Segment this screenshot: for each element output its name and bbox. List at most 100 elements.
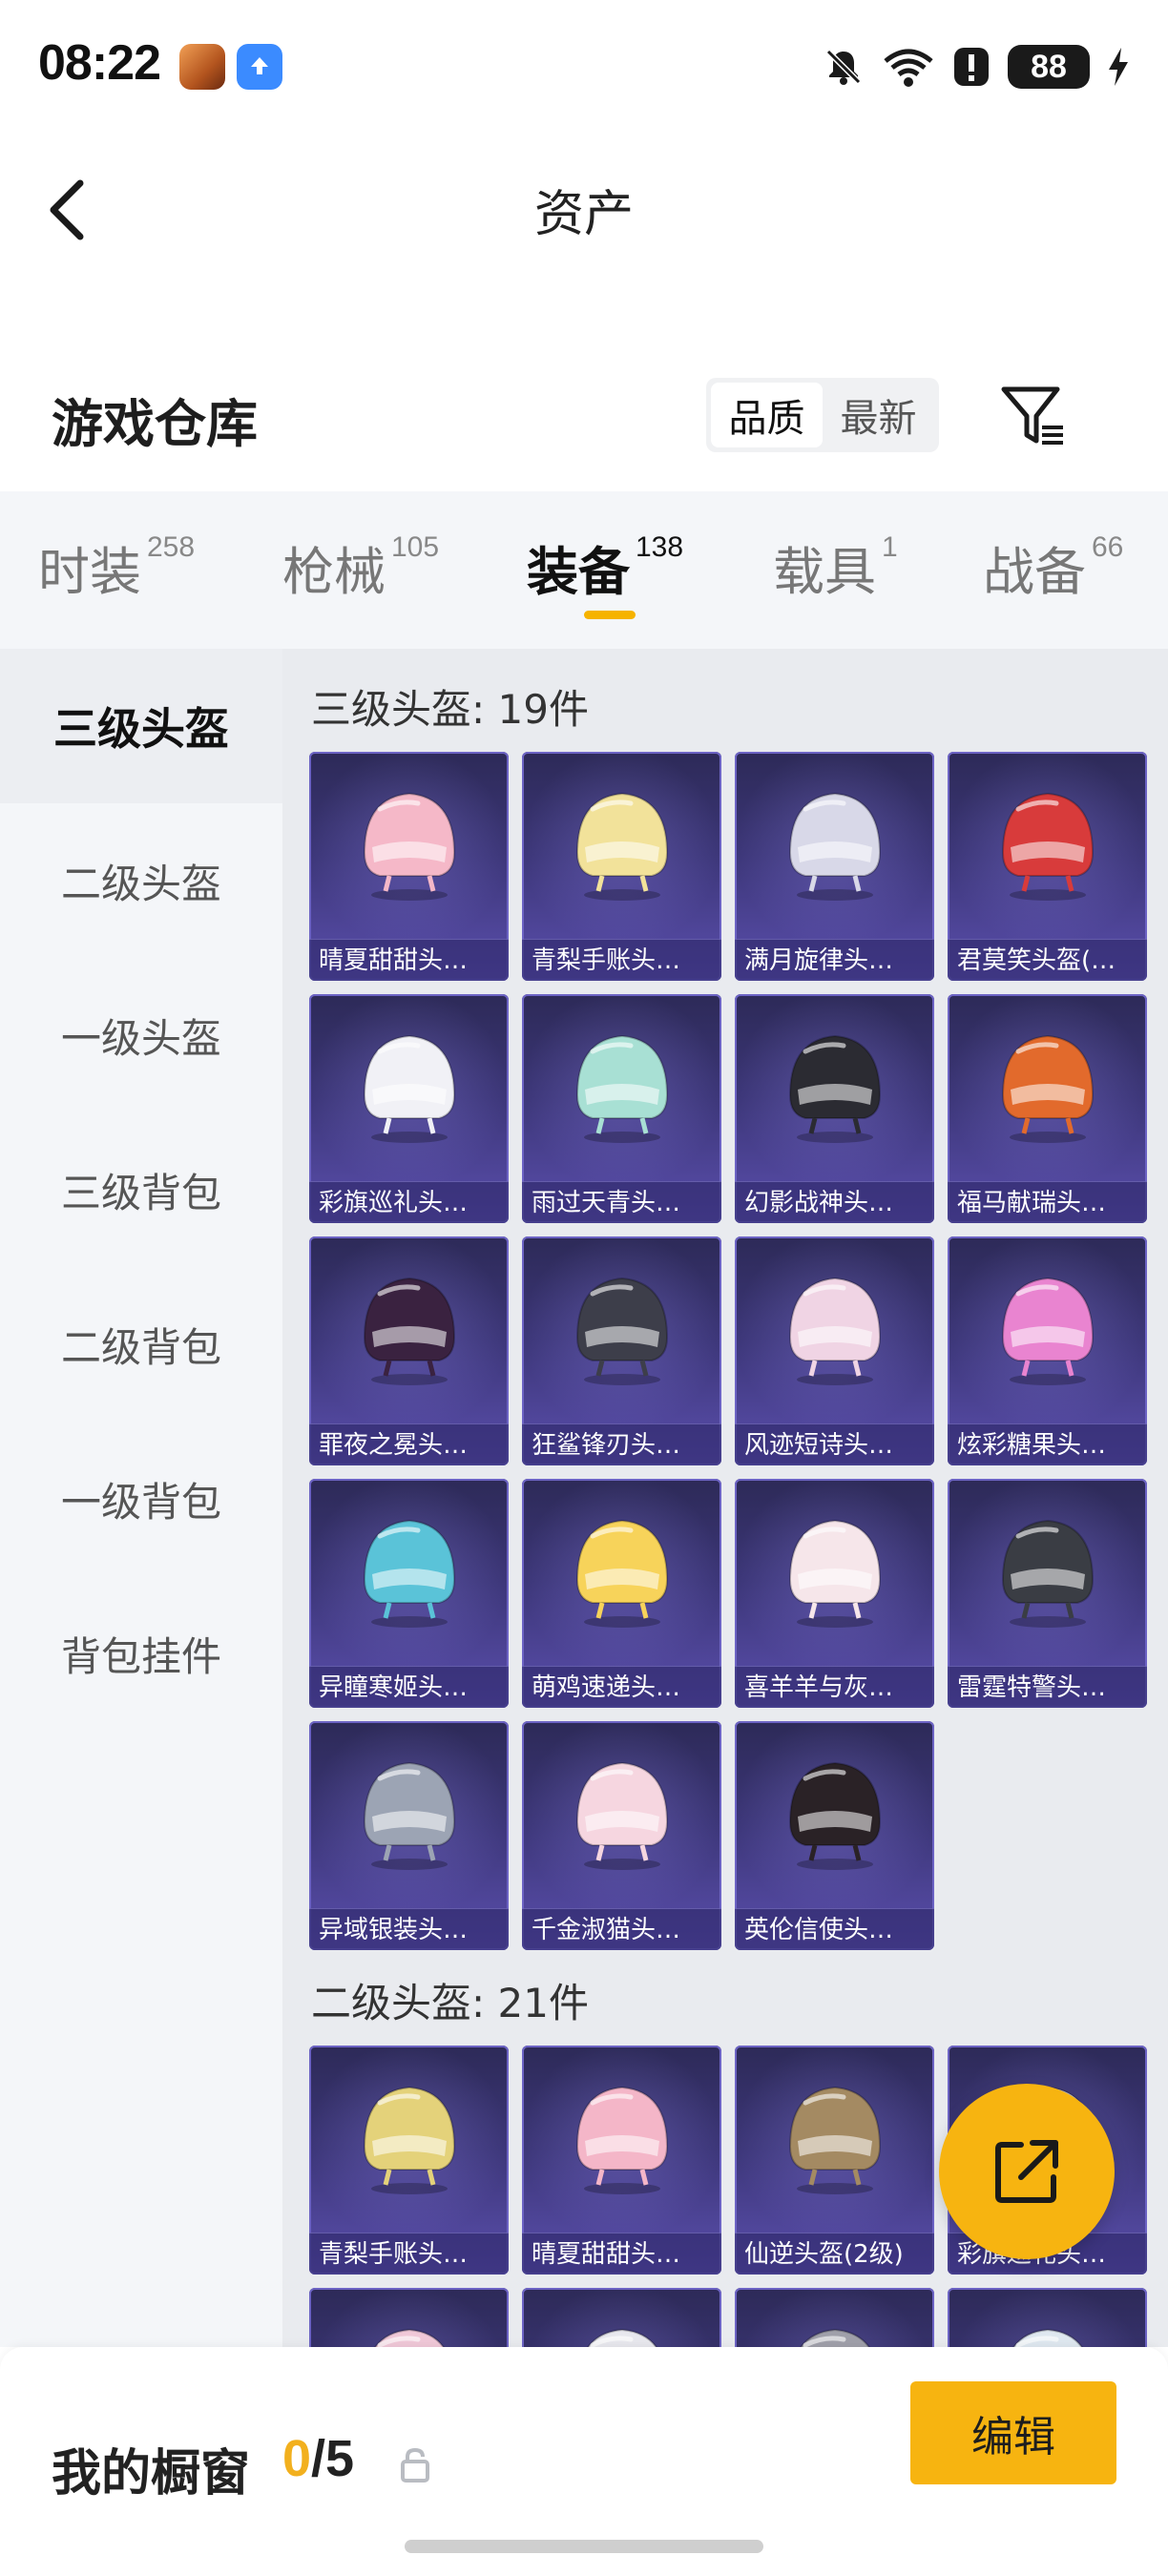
item-card[interactable]: 千金淑猫头… [522, 1721, 721, 1950]
item-card[interactable]: 雷霆特警头… [948, 1479, 1147, 1708]
sort-option-newest[interactable]: 最新 [823, 383, 934, 447]
item-card[interactable]: 青梨手账头… [522, 752, 721, 981]
tab-label: 装备 [527, 542, 630, 602]
item-card[interactable]: 炫彩糖果头… [948, 1236, 1147, 1465]
tab-count: 138 [636, 531, 684, 563]
filter-icon [1001, 386, 1063, 445]
sidebar-item-level1-backpack[interactable]: 一级背包 [0, 1422, 282, 1576]
tab-count: 66 [1092, 531, 1124, 563]
tab-count: 1 [882, 531, 898, 563]
item-card[interactable]: 风迹短诗头… [735, 1236, 934, 1465]
wifi-icon [884, 49, 933, 87]
helmet-image [990, 1023, 1106, 1147]
sidebar-item-level2-helmet[interactable]: 二级头盔 [0, 803, 282, 958]
battery-icon: 88 [1008, 45, 1090, 89]
page-title: 资产 [533, 186, 634, 243]
tab-fashion[interactable]: 时装 258 [38, 530, 195, 615]
helmet-image [777, 2074, 893, 2198]
subcategory-sidebar: 三级头盔 二级头盔 一级头盔 三级背包 二级背包 一级背包 背包挂件 [0, 649, 282, 2347]
status-icons: 88 [823, 42, 1130, 92]
item-card[interactable]: 彩旗巡礼头… [309, 994, 509, 1223]
helmet-image [351, 780, 468, 904]
helmet-image [564, 780, 680, 904]
item-name: 满月旋律头… [735, 939, 934, 981]
helmet-image [351, 1507, 468, 1631]
item-name: 雷霆特警头… [948, 1666, 1147, 1708]
item-name: 罪夜之冕头… [309, 1423, 509, 1465]
status-time: 08:22 [38, 35, 161, 91]
sidebar-item-backpack-pendant[interactable]: 背包挂件 [0, 1576, 282, 1731]
item-card[interactable]: 异域银装头… [309, 1721, 509, 1950]
item-card[interactable]: 福马献瑞头… [948, 994, 1147, 1223]
item-card[interactable]: 满月旋律头… [735, 752, 934, 981]
item-card[interactable]: 君莫笑头盔(… [948, 752, 1147, 981]
item-name: 仙逆头盔(2级) [735, 2233, 934, 2275]
item-name: 晴夏甜甜头… [309, 939, 509, 981]
item-name: 青梨手账头… [309, 2233, 509, 2275]
game-app-icon [179, 44, 225, 90]
edit-button[interactable]: 编辑 [910, 2381, 1116, 2484]
item-name: 炫彩糖果头… [948, 1423, 1147, 1465]
item-name: 青梨手账头… [522, 939, 721, 981]
helmet-image [777, 780, 893, 904]
item-card[interactable] [522, 2288, 721, 2347]
showcase-current: 0 [282, 2430, 312, 2487]
sidebar-item-level3-helmet[interactable]: 三级头盔 [0, 649, 282, 803]
sidebar-item-level3-backpack[interactable]: 三级背包 [0, 1112, 282, 1267]
item-card[interactable]: 异瞳寒姬头… [309, 1479, 509, 1708]
helmet-image [351, 1023, 468, 1147]
item-name: 风迹短诗头… [735, 1423, 934, 1465]
helmet-image [564, 1265, 680, 1389]
helmet-image [351, 1750, 468, 1874]
lock-icon [401, 2447, 429, 2483]
charging-icon [1109, 48, 1128, 86]
showcase-count: 0/5 [282, 2429, 354, 2488]
helmet-image [990, 1507, 1106, 1631]
sidebar-item-level2-backpack[interactable]: 二级背包 [0, 1267, 282, 1422]
status-bar: 08:22 88 [0, 0, 1168, 134]
item-card[interactable]: 罪夜之冕头… [309, 1236, 509, 1465]
item-name: 异瞳寒姬头… [309, 1666, 509, 1708]
item-card[interactable]: 雨过天青头… [522, 994, 721, 1223]
item-card[interactable]: 仙逆头盔(2级) [735, 2046, 934, 2275]
item-card[interactable]: 晴夏甜甜头… [522, 2046, 721, 2275]
alert-icon [954, 48, 989, 86]
item-card[interactable] [309, 2288, 509, 2347]
active-tab-indicator [584, 611, 636, 619]
item-name: 彩旗巡礼头… [309, 1181, 509, 1223]
tab-supplies[interactable]: 战备 66 [983, 530, 1123, 615]
tab-firearms[interactable]: 枪械 105 [282, 530, 439, 615]
filter-button[interactable] [998, 382, 1067, 448]
helmet-image [351, 2074, 468, 2198]
item-card[interactable] [948, 2288, 1147, 2347]
item-card[interactable]: 英伦信使头… [735, 1721, 934, 1950]
helmet-image [564, 1507, 680, 1631]
tab-label: 战备 [983, 542, 1086, 602]
item-card[interactable]: 狂鲨锋刃头… [522, 1236, 721, 1465]
item-grid-level3-helmet: 晴夏甜甜头… 青梨手账头… 满月旋律头… 君莫笑头盔(… 彩旗巡礼头… 雨过天青头… 幻影战… [309, 752, 1149, 1950]
share-floating-button[interactable] [939, 2084, 1115, 2259]
helmet-image [990, 1265, 1106, 1389]
helmet-image [564, 2316, 680, 2347]
helmet-image [777, 1507, 893, 1631]
item-card[interactable]: 幻影战神头… [735, 994, 934, 1223]
sort-option-quality[interactable]: 品质 [711, 383, 823, 447]
upload-app-icon [237, 44, 282, 90]
home-indicator[interactable] [405, 2540, 763, 2553]
item-name: 异域银装头… [309, 1908, 509, 1950]
helmet-image [351, 1265, 468, 1389]
item-card[interactable] [735, 2288, 934, 2347]
tab-vehicles[interactable]: 载具 1 [773, 530, 898, 615]
sort-segmented-control: 品质 最新 [706, 378, 939, 452]
item-card[interactable]: 青梨手账头… [309, 2046, 509, 2275]
tab-equipment[interactable]: 装备 138 [527, 530, 683, 615]
showcase-bar: 我的橱窗 0/5 编辑 [0, 2347, 1168, 2576]
item-name: 狂鲨锋刃头… [522, 1423, 721, 1465]
item-card[interactable]: 喜羊羊与灰… [735, 1479, 934, 1708]
item-card[interactable]: 晴夏甜甜头… [309, 752, 509, 981]
sidebar-item-level1-helmet[interactable]: 一级头盔 [0, 958, 282, 1112]
helmet-image [777, 1265, 893, 1389]
nav-header: 资产 [0, 134, 1168, 277]
tab-label: 载具 [773, 542, 876, 602]
item-card[interactable]: 萌鸡速递头… [522, 1479, 721, 1708]
